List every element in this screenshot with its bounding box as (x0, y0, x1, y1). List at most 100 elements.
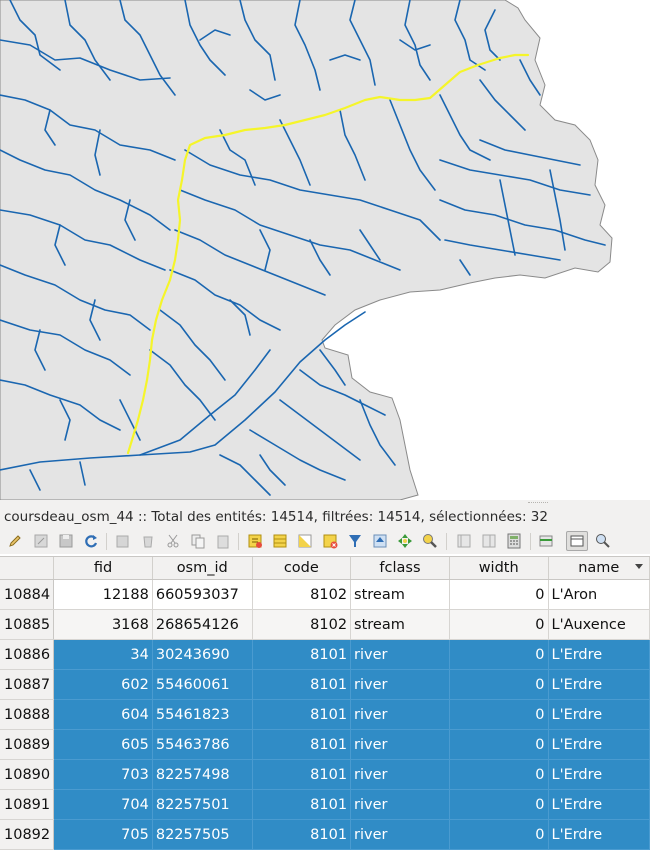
map-canvas[interactable] (0, 0, 650, 500)
cell-fclass[interactable]: river (350, 729, 450, 760)
column-header-osm-id[interactable]: osm_id (152, 557, 253, 580)
cell-fid[interactable]: 604 (53, 699, 153, 730)
cell-fclass[interactable]: river (350, 759, 450, 790)
pan-to-selection-icon[interactable] (396, 532, 414, 550)
table-row[interactable]: 10886 34 30243690 8101 river 0 L'Erdre (0, 639, 650, 670)
cell-width[interactable]: 0 (449, 579, 549, 610)
cell-osm-id[interactable]: 268654126 (152, 609, 253, 640)
table-row[interactable]: 10890 703 82257498 8101 river 0 L'Erdre (0, 759, 650, 790)
cell-fid[interactable]: 705 (53, 819, 153, 850)
cell-width[interactable]: 0 (449, 669, 549, 700)
copy-icon[interactable] (189, 532, 207, 550)
row-header[interactable]: 10890 (0, 759, 55, 790)
invert-selection-icon[interactable] (296, 532, 314, 550)
cell-fclass[interactable]: river (350, 789, 450, 820)
cell-code[interactable]: 8102 (252, 579, 352, 610)
table-row[interactable]: 10889 605 55463786 8101 river 0 L'Erdre (0, 729, 650, 760)
cell-code[interactable]: 8101 (252, 639, 352, 670)
cell-code[interactable]: 8101 (252, 669, 352, 700)
cell-code[interactable]: 8101 (252, 729, 352, 760)
row-header[interactable]: 10884 (0, 579, 55, 610)
cell-fclass[interactable]: river (350, 819, 450, 850)
edit-pencil-icon[interactable] (6, 532, 24, 550)
cell-fid[interactable]: 34 (53, 639, 153, 670)
cell-fclass[interactable]: river (350, 669, 450, 700)
save-edits-icon[interactable] (57, 532, 75, 550)
cell-width[interactable]: 0 (449, 639, 549, 670)
delete-feature-icon[interactable] (139, 532, 157, 550)
table-row[interactable]: 10892 705 82257505 8101 river 0 L'Erdre (0, 819, 650, 850)
cell-width[interactable]: 0 (449, 759, 549, 790)
cell-osm-id[interactable]: 82257501 (152, 789, 253, 820)
cell-osm-id[interactable]: 82257498 (152, 759, 253, 790)
zoom-to-selection-icon[interactable] (421, 532, 439, 550)
cell-fid[interactable]: 704 (53, 789, 153, 820)
cell-fclass[interactable]: stream (350, 609, 450, 640)
cell-fid[interactable]: 605 (53, 729, 153, 760)
row-header[interactable]: 10885 (0, 609, 55, 640)
cell-width[interactable]: 0 (449, 729, 549, 760)
cell-name[interactable]: L'Erdre (548, 699, 650, 730)
cell-width[interactable]: 0 (449, 699, 549, 730)
splitter-grip[interactable] (528, 502, 548, 505)
cell-fid[interactable]: 703 (53, 759, 153, 790)
cell-osm-id[interactable]: 55463786 (152, 729, 253, 760)
column-header-name[interactable]: name (548, 557, 650, 580)
table-row[interactable]: 10891 704 82257501 8101 river 0 L'Erdre (0, 789, 650, 820)
cell-osm-id[interactable]: 30243690 (152, 639, 253, 670)
move-selection-top-icon[interactable] (371, 532, 389, 550)
filter-selection-icon[interactable] (346, 532, 364, 550)
row-header[interactable]: 10888 (0, 699, 55, 730)
dock-table-icon[interactable] (566, 531, 588, 551)
table-row[interactable]: 10887 602 55460061 8101 river 0 L'Erdre (0, 669, 650, 700)
reload-icon[interactable] (82, 532, 100, 550)
cell-name[interactable]: L'Erdre (548, 639, 650, 670)
row-header[interactable]: 10887 (0, 669, 55, 700)
cell-name[interactable]: L'Erdre (548, 729, 650, 760)
cell-code[interactable]: 8101 (252, 759, 352, 790)
cell-name[interactable]: L'Erdre (548, 669, 650, 700)
delete-field-icon[interactable] (480, 532, 498, 550)
column-header-fid[interactable]: fid (53, 557, 153, 580)
cell-osm-id[interactable]: 660593037 (152, 579, 253, 610)
cell-name[interactable]: L'Aron (548, 579, 650, 610)
cell-name[interactable]: L'Erdre (548, 789, 650, 820)
corner-header[interactable] (0, 557, 55, 580)
column-header-width[interactable]: width (449, 557, 549, 580)
expression-select-icon[interactable] (246, 532, 264, 550)
cell-width[interactable]: 0 (449, 789, 549, 820)
table-row[interactable]: 10888 604 55461823 8101 river 0 L'Erdre (0, 699, 650, 730)
multi-edit-icon[interactable] (32, 532, 50, 550)
attribute-table[interactable]: fid osm_id code fclass width name 10884 1… (0, 556, 650, 852)
cell-code[interactable]: 8102 (252, 609, 352, 640)
row-header[interactable]: 10886 (0, 639, 55, 670)
cell-code[interactable]: 8101 (252, 789, 352, 820)
cell-name[interactable]: L'Erdre (548, 759, 650, 790)
cell-width[interactable]: 0 (449, 819, 549, 850)
column-header-fclass[interactable]: fclass (350, 557, 450, 580)
table-row[interactable]: 10885 3168 268654126 8102 stream 0 L'Auxence (0, 609, 650, 640)
cell-fid[interactable]: 12188 (53, 579, 153, 610)
cell-osm-id[interactable]: 55461823 (152, 699, 253, 730)
cell-fclass[interactable]: river (350, 639, 450, 670)
add-feature-icon[interactable] (114, 532, 132, 550)
cell-fclass[interactable]: stream (350, 579, 450, 610)
cell-osm-id[interactable]: 82257505 (152, 819, 253, 850)
cell-width[interactable]: 0 (449, 609, 549, 640)
conditional-formatting-icon[interactable] (537, 532, 555, 550)
cell-code[interactable]: 8101 (252, 699, 352, 730)
paste-icon[interactable] (214, 532, 232, 550)
column-header-code[interactable]: code (252, 557, 352, 580)
row-header[interactable]: 10891 (0, 789, 55, 820)
row-header[interactable]: 10889 (0, 729, 55, 760)
deselect-all-icon[interactable] (321, 532, 339, 550)
cut-icon[interactable] (164, 532, 182, 550)
select-all-icon[interactable] (271, 532, 289, 550)
table-row[interactable]: 10884 12188 660593037 8102 stream 0 L'Aron (0, 579, 650, 610)
cell-name[interactable]: L'Auxence (548, 609, 650, 640)
cell-name[interactable]: L'Erdre (548, 819, 650, 850)
cell-fid[interactable]: 3168 (53, 609, 153, 640)
field-calculator-icon[interactable] (505, 532, 523, 550)
cell-osm-id[interactable]: 55460061 (152, 669, 253, 700)
cell-fclass[interactable]: river (350, 699, 450, 730)
